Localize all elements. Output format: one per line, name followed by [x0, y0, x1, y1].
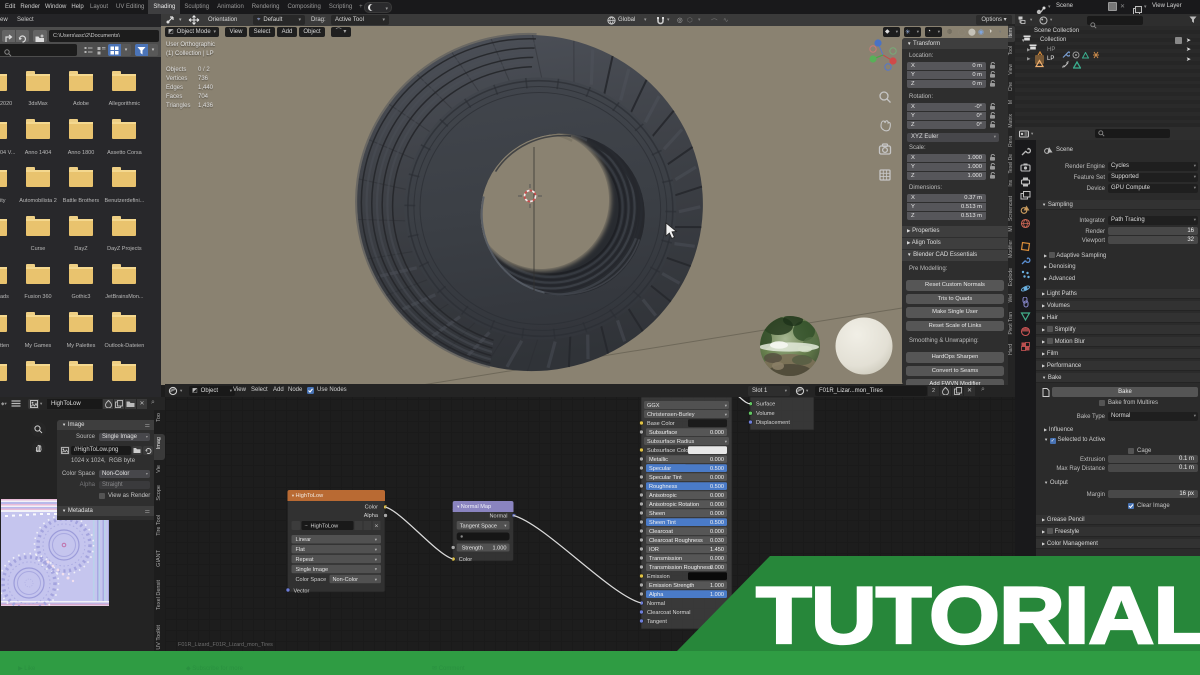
svg-text:Subsurface Color: Subsurface Color — [647, 448, 690, 454]
svg-text:1.000: 1.000 — [710, 592, 724, 598]
svg-text:0.000: 0.000 — [710, 565, 724, 571]
svg-text:GGX: GGX — [647, 403, 660, 409]
svg-text:0.500: 0.500 — [710, 466, 724, 472]
svg-text:Subsurface: Subsurface — [649, 430, 677, 436]
svg-text:HighToLow: HighToLow — [296, 493, 325, 499]
svg-text:Specular Tint: Specular Tint — [649, 475, 682, 481]
svg-text:Anisotropic Rotation: Anisotropic Rotation — [649, 502, 699, 508]
svg-text:0.030: 0.030 — [710, 538, 724, 544]
svg-text:Subsurface Radius: Subsurface Radius — [647, 439, 694, 445]
svg-text:Displacement: Displacement — [756, 420, 790, 426]
svg-text:Roughness: Roughness — [649, 484, 678, 490]
svg-text:0.000: 0.000 — [710, 493, 724, 499]
svg-text:Repeat: Repeat — [296, 557, 314, 563]
svg-text:Volume: Volume — [756, 411, 775, 417]
svg-text:Single Image: Single Image — [296, 567, 329, 573]
svg-text:✕: ✕ — [374, 524, 378, 530]
svg-text:Anisotropic: Anisotropic — [649, 493, 677, 499]
svg-text:0.000: 0.000 — [710, 430, 724, 436]
svg-text:Linear: Linear — [296, 537, 312, 543]
svg-text:Alpha: Alpha — [364, 513, 379, 519]
svg-text:0.000: 0.000 — [710, 502, 724, 508]
svg-text:IOR: IOR — [649, 547, 659, 553]
svg-text:Surface: Surface — [756, 402, 775, 408]
svg-text:Clearcoat: Clearcoat — [649, 529, 673, 535]
svg-text:Normal: Normal — [647, 601, 665, 607]
svg-text:0.000: 0.000 — [710, 457, 724, 463]
svg-text:1.000: 1.000 — [493, 546, 507, 552]
svg-text:1.450: 1.450 — [710, 547, 724, 553]
svg-text:Clearcoat Roughness: Clearcoat Roughness — [649, 538, 703, 544]
svg-text:0.500: 0.500 — [710, 484, 724, 490]
svg-text:Transmission: Transmission — [649, 556, 682, 562]
svg-text:HighToLow: HighToLow — [311, 524, 340, 530]
svg-text:0.000: 0.000 — [710, 511, 724, 517]
svg-text:Color: Color — [365, 505, 379, 511]
svg-text:Clearcoat Normal: Clearcoat Normal — [647, 610, 691, 616]
svg-text:Normal Map: Normal Map — [461, 504, 491, 510]
svg-text:Non-Color: Non-Color — [333, 577, 359, 583]
svg-text:Emission: Emission — [647, 574, 670, 580]
svg-text:1.000: 1.000 — [710, 583, 724, 589]
svg-text:Normal: Normal — [489, 514, 507, 520]
svg-text:▼: ▼ — [291, 493, 295, 498]
svg-text:Strength: Strength — [462, 546, 483, 552]
svg-text:Christensen-Burley: Christensen-Burley — [647, 412, 695, 418]
svg-text:0.500: 0.500 — [710, 520, 724, 526]
svg-text:Base Color: Base Color — [647, 421, 675, 427]
svg-text:Color Space: Color Space — [296, 577, 327, 583]
svg-text:Vector: Vector — [294, 588, 310, 594]
svg-text:0.000: 0.000 — [710, 475, 724, 481]
svg-text:0.000: 0.000 — [710, 556, 724, 562]
svg-text:Color: Color — [459, 557, 473, 563]
svg-text:Sheen: Sheen — [649, 511, 665, 517]
svg-text:Emission Strength: Emission Strength — [649, 583, 694, 589]
svg-text:Flat: Flat — [296, 547, 306, 553]
svg-text:Tangent: Tangent — [647, 619, 667, 625]
svg-text:▼: ▼ — [456, 504, 460, 509]
svg-text:Sheen Tint: Sheen Tint — [649, 520, 676, 526]
svg-text:Specular: Specular — [649, 466, 671, 472]
svg-text:0.000: 0.000 — [710, 529, 724, 535]
svg-text:Transmission Roughness: Transmission Roughness — [649, 565, 712, 571]
svg-text:Tangent Space: Tangent Space — [460, 523, 497, 529]
svg-text:Alpha: Alpha — [649, 592, 664, 598]
svg-text:Metallic: Metallic — [649, 457, 668, 463]
